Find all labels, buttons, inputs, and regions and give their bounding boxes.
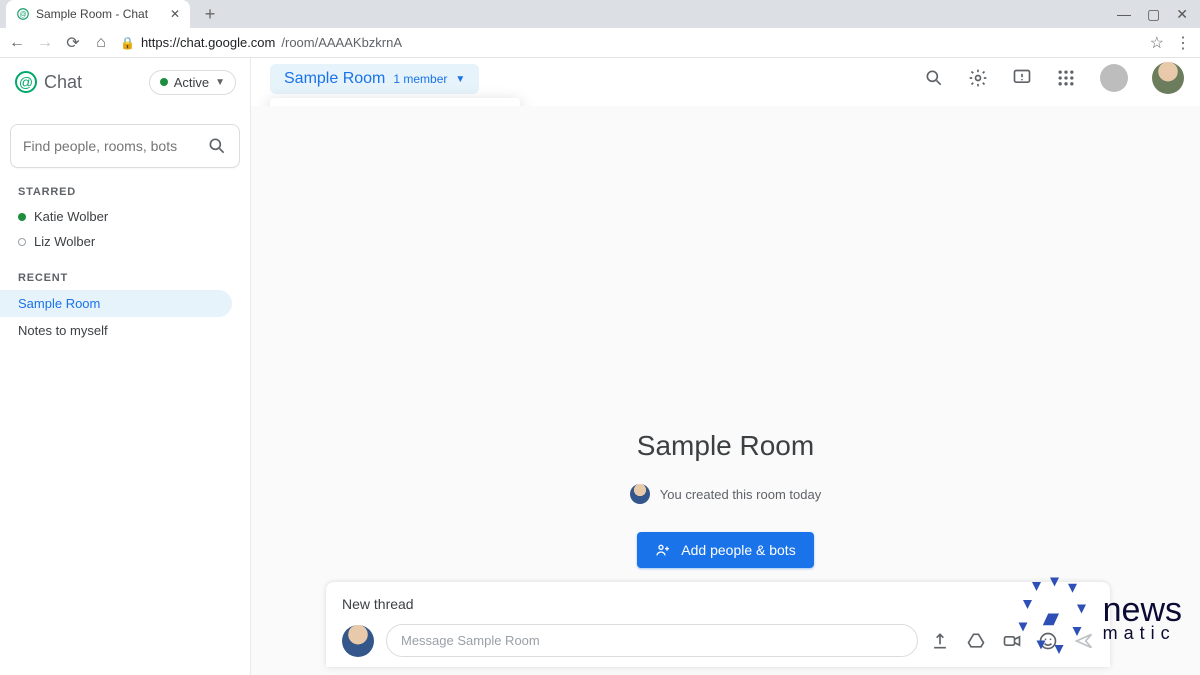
composer-actions [930,631,1094,651]
room-header-dropdown-trigger[interactable]: Sample Room 1 member ▼ [270,64,479,94]
browser-tab[interactable]: @ Sample Room - Chat ✕ [6,0,190,28]
recent-section-label: RECENT [0,254,250,290]
search-icon[interactable] [924,68,944,88]
video-meeting-icon[interactable] [1002,631,1022,651]
chat-logo-icon: @ [14,70,38,94]
recent-room-label: Notes to myself [18,323,108,338]
presence-dot-icon [160,78,168,86]
notifications-icon[interactable] [1100,64,1128,92]
room-heading: Sample Room [251,430,1200,462]
room-created-row: You created this room today [251,484,1200,504]
search-input[interactable] [23,138,207,154]
presence-label: Active [174,75,209,90]
bookmark-star-icon[interactable]: ☆ [1150,33,1164,53]
room-member-count: 1 member [393,72,447,86]
composer-avatar [342,625,374,657]
creator-avatar [630,484,650,504]
app-header-actions [924,62,1184,94]
url-path: /room/AAAAKbzkrnA [281,35,402,50]
composer: New thread Message Sample Room [326,582,1110,667]
recent-room[interactable]: Notes to myself [0,317,232,344]
message-input[interactable]: Message Sample Room [386,624,918,657]
starred-person[interactable]: Liz Wolber [0,229,250,254]
maximize-icon[interactable]: ▢ [1147,6,1160,23]
address-bar[interactable]: 🔒 https://chat.google.com/room/AAAAKbzkr… [120,35,1140,50]
product-name: Chat [44,72,82,93]
settings-gear-icon[interactable] [968,68,988,88]
new-thread-label: New thread [342,596,1094,612]
chevron-down-icon: ▼ [215,77,225,88]
person-add-icon [655,542,671,558]
add-people-label: Add people & bots [681,542,795,558]
home-icon[interactable]: ⌂ [92,34,110,52]
person-name: Katie Wolber [34,209,108,224]
svg-text:@: @ [19,11,26,18]
chat-logo[interactable]: @ Chat [14,70,82,94]
minimize-icon[interactable]: — [1117,6,1131,22]
chat-favicon-icon: @ [16,7,30,21]
browser-tab-strip: @ Sample Room - Chat ✕ + — ▢ ✕ [0,0,1200,28]
presence-selector[interactable]: Active ▼ [149,70,236,95]
new-tab-button[interactable]: + [198,0,222,28]
send-icon[interactable] [1074,631,1094,651]
recent-room-label: Sample Room [18,296,100,311]
lock-icon: 🔒 [120,36,135,50]
account-avatar[interactable] [1152,62,1184,94]
upload-icon[interactable] [930,631,950,651]
presence-online-icon [18,213,26,221]
tab-close-icon[interactable]: ✕ [170,7,180,21]
browser-toolbar: ← → ⟳ ⌂ 🔒 https://chat.google.com/room/A… [0,28,1200,58]
message-placeholder: Message Sample Room [401,633,540,648]
drive-icon[interactable] [966,631,986,651]
back-icon[interactable]: ← [8,34,26,52]
starred-person[interactable]: Katie Wolber [0,204,250,229]
emoji-icon[interactable] [1038,631,1058,651]
add-people-button[interactable]: Add people & bots [637,532,813,568]
feedback-icon[interactable] [1012,68,1032,88]
search-icon [207,136,227,156]
room-title: Sample Room [284,70,385,88]
forward-icon[interactable]: → [36,34,54,52]
window-controls: — ▢ ✕ [1117,0,1200,28]
app-sidebar-header: @ Chat Active ▼ [0,58,250,106]
chevron-down-icon: ▼ [455,74,465,85]
apps-grid-icon[interactable] [1056,68,1076,88]
presence-offline-icon [18,238,26,246]
sidebar-search[interactable] [10,124,240,168]
reload-icon[interactable]: ⟳ [64,34,82,52]
url-host: https://chat.google.com [141,35,275,50]
sidebar: STARRED Katie Wolber Liz Wolber RECENT S… [0,106,250,675]
person-name: Liz Wolber [34,234,95,249]
recent-room[interactable]: Sample Room [0,290,232,317]
starred-section-label: STARRED [0,168,250,204]
tab-title: Sample Room - Chat [36,7,148,21]
svg-text:@: @ [19,74,33,90]
browser-menu-icon[interactable]: ⋮ [1174,34,1192,52]
close-window-icon[interactable]: ✕ [1176,6,1188,23]
room-created-text: You created this room today [660,487,821,502]
